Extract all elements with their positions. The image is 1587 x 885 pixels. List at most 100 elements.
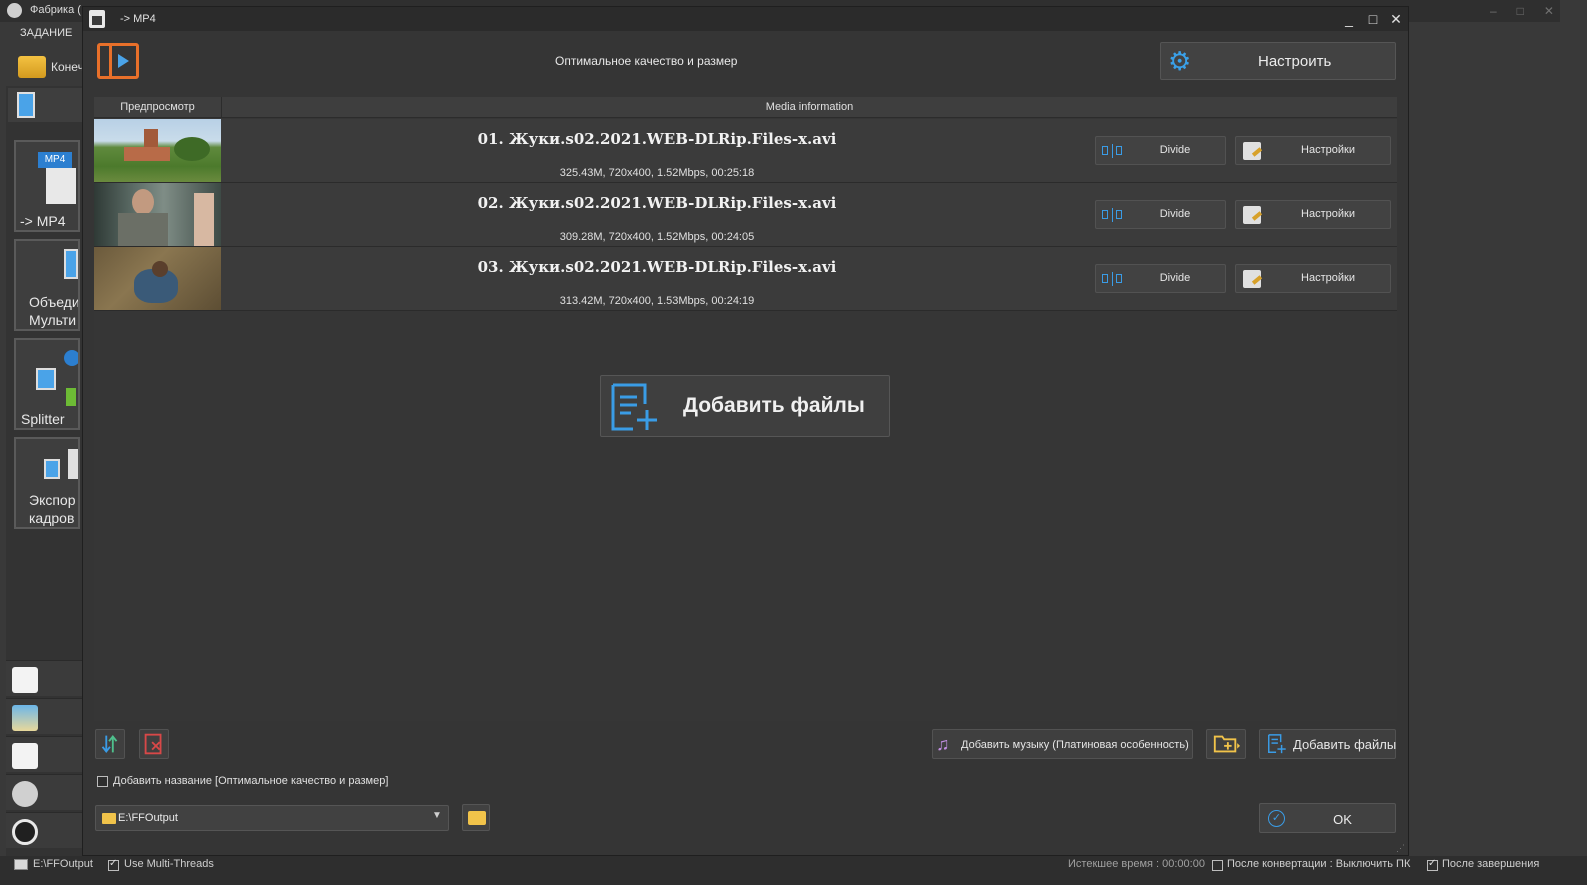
audio-category-tab[interactable]: [6, 660, 82, 696]
divide-button[interactable]: Divide: [1095, 200, 1226, 229]
divide-button[interactable]: Divide: [1095, 264, 1226, 293]
document-category-tab[interactable]: [6, 736, 82, 772]
file-settings-label: Настройки: [1301, 144, 1355, 156]
rom-category-tab[interactable]: [6, 774, 82, 810]
toolbar-end-label: Конеч: [51, 60, 84, 74]
split-audio-icon: [64, 350, 78, 366]
configure-button[interactable]: ⚙ Настроить: [1160, 42, 1396, 80]
picture-icon: [12, 705, 38, 731]
video-format-icon: [97, 43, 139, 79]
folder-icon: [102, 813, 116, 824]
chevron-down-icon[interactable]: ▼: [432, 810, 442, 821]
add-files-button[interactable]: Добавить файлы: [1259, 729, 1396, 759]
remove-all-button[interactable]: [139, 729, 169, 759]
add-files-large-button[interactable]: Добавить файлы: [600, 375, 890, 437]
picture-category-tab[interactable]: [6, 698, 82, 734]
file-row[interactable]: 02. Жуки.s02.2021.WEB-DLRip.Files-x.avi …: [94, 183, 1397, 247]
category-joiner[interactable]: Объеди Мульти: [14, 239, 80, 331]
category-label-2: Мульти: [29, 312, 77, 328]
preview-thumbnail[interactable]: [94, 119, 221, 182]
film-strip-icon: [64, 249, 78, 279]
after-done-label[interactable]: После завершения: [1442, 858, 1539, 870]
multithreads-checkbox[interactable]: [108, 858, 119, 871]
divide-label: Divide: [1159, 144, 1191, 156]
multithreads-label: Use Multi-Threads: [124, 858, 214, 870]
column-header-preview[interactable]: Предпросмотр: [94, 97, 222, 118]
file-meta: 313.42M, 720x400, 1.53Mbps, 00:24:19: [559, 295, 755, 307]
file-list-header: Предпросмотр Media information: [94, 97, 1397, 118]
divide-label: Divide: [1159, 208, 1191, 220]
maximize-button[interactable]: □: [1362, 9, 1384, 29]
browse-folder-button[interactable]: [462, 804, 490, 831]
film-reel-icon: [12, 819, 38, 845]
toolbar-end-button[interactable]: Конеч: [18, 54, 88, 80]
person-hair-shape: [152, 261, 168, 277]
mp4-badge-icon: MP4: [38, 152, 72, 168]
file-settings-button[interactable]: Настройки: [1235, 200, 1391, 229]
add-file-list-icon: [1268, 734, 1286, 754]
image-stack-icon: [68, 449, 78, 479]
add-name-checkbox[interactable]: [97, 776, 108, 787]
file-settings-label: Настройки: [1301, 208, 1355, 220]
sort-arrows-icon: [101, 735, 118, 753]
video-file-icon: [46, 168, 76, 204]
divide-button[interactable]: Divide: [1095, 136, 1226, 165]
category-label: Splitter: [21, 411, 65, 427]
status-output-path[interactable]: E:\FFOutput: [33, 858, 93, 870]
preview-thumbnail[interactable]: [94, 183, 221, 246]
add-files-label: Добавить файлы: [1293, 737, 1397, 752]
category-splitter[interactable]: Splitter: [14, 338, 80, 430]
audio-file-icon: [12, 667, 38, 693]
after-done-checkbox[interactable]: [1427, 858, 1438, 871]
file-settings-label: Настройки: [1301, 272, 1355, 284]
after-convert-checkbox[interactable]: [1212, 860, 1223, 871]
category-label: Объеди: [29, 294, 80, 310]
column-header-media-info[interactable]: Media information: [222, 97, 1397, 118]
add-files-large-label: Добавить файлы: [683, 394, 865, 417]
settings-edit-icon: [1243, 142, 1261, 160]
add-name-label[interactable]: Добавить название [Оптимальное качество …: [113, 775, 388, 787]
quality-preset-label: Оптимальное качество и размер: [555, 54, 738, 68]
remove-list-icon: [144, 733, 162, 755]
menu-task[interactable]: ЗАДАНИЕ: [20, 27, 72, 39]
document-icon: [12, 743, 38, 769]
split-video-icon: [36, 368, 56, 390]
resize-grip-icon[interactable]: ⋰: [1396, 843, 1405, 854]
main-window-right-area: [1560, 0, 1587, 885]
category-frame-export[interactable]: Экспор кадров: [14, 437, 80, 529]
film-icon: [17, 92, 35, 118]
elapsed-time: Истекшее время : 00:00:00: [1068, 858, 1205, 870]
file-row[interactable]: 01. Жуки.s02.2021.WEB-DLRip.Files-x.avi …: [94, 119, 1397, 183]
category-label: Экспор: [29, 492, 76, 508]
add-music-button[interactable]: ♫ Добавить музыку (Платиновая особенност…: [932, 729, 1193, 759]
file-row[interactable]: 03. Жуки.s02.2021.WEB-DLRip.Files-x.avi …: [94, 247, 1397, 311]
sort-button[interactable]: [95, 729, 125, 759]
frames-icon: [44, 459, 60, 479]
dialog-title: -> MP4: [120, 13, 156, 25]
settings-edit-icon: [1243, 206, 1261, 224]
video-category-tab[interactable]: [8, 88, 82, 122]
file-title: 01. Жуки.s02.2021.WEB-DLRip.Files-x.avi: [477, 130, 837, 148]
category-to-mp4[interactable]: MP4 -> MP4: [14, 140, 80, 232]
output-folder-icon[interactable]: [14, 859, 28, 870]
utilities-category-tab[interactable]: [6, 812, 82, 848]
file-meta: 325.43M, 720x400, 1.52Mbps, 00:25:18: [559, 167, 755, 179]
configure-label: Настроить: [1258, 53, 1332, 70]
disc-icon: [12, 781, 38, 807]
close-button[interactable]: ✕: [1385, 9, 1407, 29]
file-settings-button[interactable]: Настройки: [1235, 264, 1391, 293]
file-settings-button[interactable]: Настройки: [1235, 136, 1391, 165]
gear-icon: ⚙: [1168, 46, 1192, 76]
add-folder-button[interactable]: [1206, 729, 1246, 759]
ok-label: OK: [1333, 812, 1352, 827]
minimize-button[interactable]: _: [1338, 9, 1360, 29]
music-note-icon: [66, 388, 76, 406]
output-folder-select[interactable]: E:\FFOutput ▼: [95, 805, 449, 831]
settings-edit-icon: [1243, 270, 1261, 288]
add-music-label: Добавить музыку (Платиновая особенность): [961, 739, 1189, 751]
preview-thumbnail[interactable]: [94, 247, 221, 310]
tree-shape: [174, 137, 210, 161]
ok-button[interactable]: ✓ OK: [1259, 803, 1396, 833]
after-convert-label[interactable]: После конвертации : Выключить ПК: [1227, 858, 1410, 870]
folder-icon: [468, 811, 486, 825]
